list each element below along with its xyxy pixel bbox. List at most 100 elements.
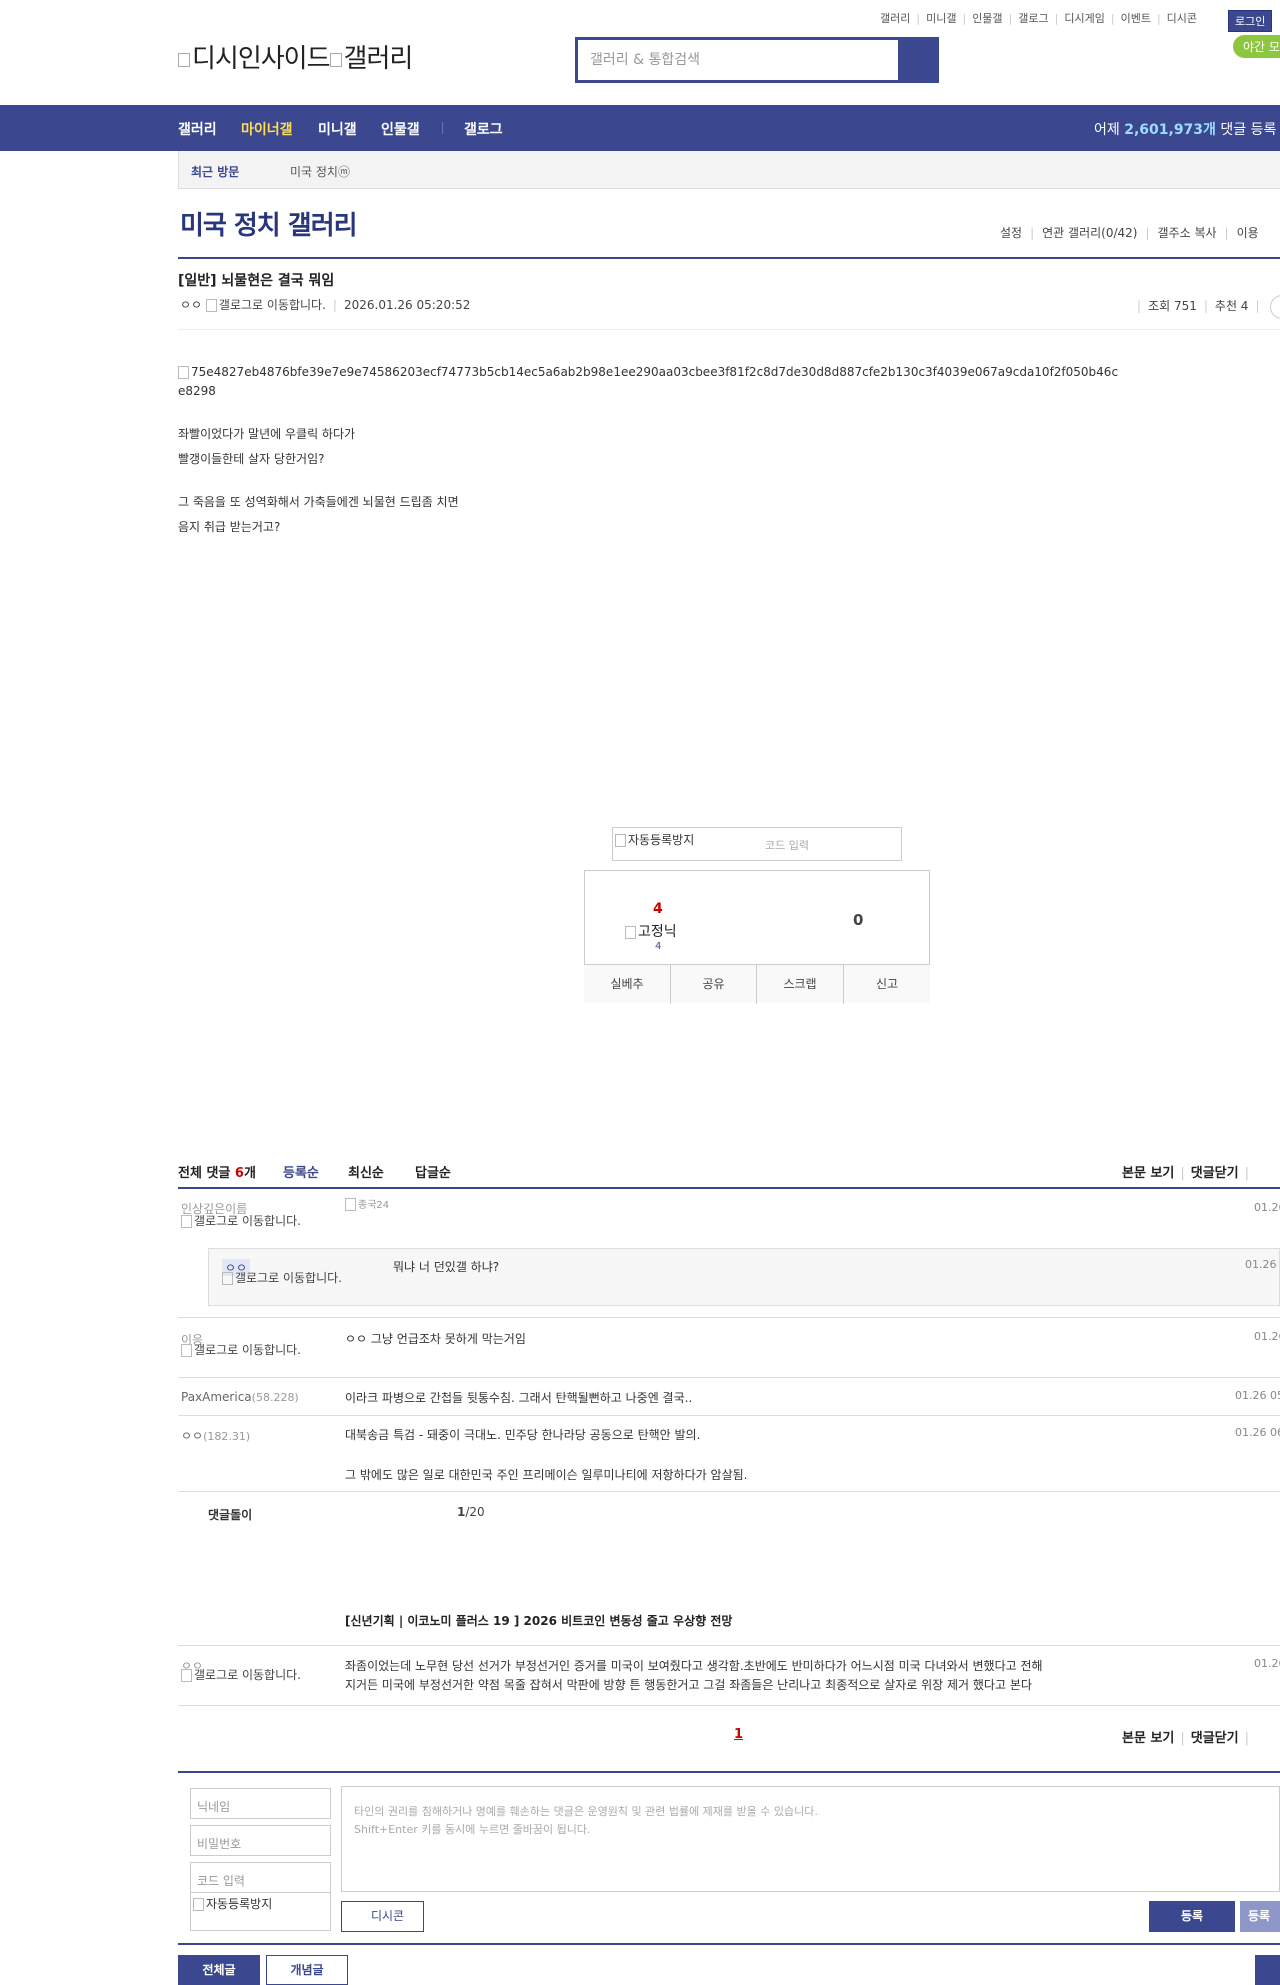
broken-image-icon (178, 52, 190, 67)
gallog-link[interactable]: 갤로그로 이동합니다. (181, 1215, 301, 1228)
top-link-dcgame[interactable]: 디시게임 (1064, 12, 1104, 25)
nav-person-gallery[interactable]: 인물갤 (381, 119, 420, 139)
gallery-tools: 설정 | 연관 갤러리(0/42) | 갤주소 복사 | 이용 (1000, 226, 1259, 240)
search-button[interactable] (898, 40, 936, 80)
post-image: 75e4827eb4876bfe39e7e9e74586203ecf74773b… (178, 360, 1118, 385)
comment-row: ㅇㅇ(182.31) 대북송금 특검 - 돼중이 극대노. 민주당 한나라당 공… (178, 1416, 1280, 1492)
sort-replies[interactable]: 답글순 (415, 1162, 451, 1181)
comment-time: 01.26 05 (1235, 1389, 1280, 1402)
gallog-icon[interactable] (205, 299, 217, 312)
popular-posts-button[interactable]: 개념글 (266, 1955, 348, 1985)
post-views: 조회 751 (1148, 299, 1197, 313)
vote-actions: 실베추 공유 스크랩 신고 (584, 964, 930, 1004)
recent-gallery-link[interactable]: 미국 정치ⓜ (290, 163, 350, 180)
ad-title[interactable]: [신년기획 | 이코노미 플러스 19 ] 2026 비트코인 변동성 줄고 우… (345, 1612, 732, 1629)
comment-time: 01.26 06 (1235, 1426, 1280, 1439)
broken-image-icon (345, 1198, 356, 1211)
comments-header: 전체 댓글 6개 등록순 최신순 답글순 본문 보기 | 댓글닫기 | (178, 1160, 1280, 1189)
comments-total: 전체 댓글 6개 (178, 1166, 256, 1181)
broken-image-icon (178, 366, 189, 379)
comment-row: 이응 갤로그로 이동합니다. ㅇㅇ 그냥 언급조차 못하게 막는거임 01.26 (178, 1318, 1280, 1378)
nav-mini-gallery[interactable]: 미니갤 (318, 119, 357, 139)
comment-nick[interactable]: PaxAmerica(58.228) (181, 1390, 299, 1404)
code-input[interactable]: 코드 입력 (190, 1862, 331, 1893)
gallog-link[interactable]: 갤로그로 이동합니다. (181, 1669, 301, 1682)
top-link-event[interactable]: 이벤트 (1121, 12, 1151, 25)
broken-image-icon (625, 925, 636, 939)
broken-image-icon (193, 1898, 204, 1911)
dccon-button[interactable]: 디시콘 (341, 1901, 424, 1932)
nav-gallog[interactable]: 갤로그 (464, 119, 503, 139)
post-line: 음지 취급 받는거고? (178, 520, 281, 534)
fixed-nick-count: 4 (655, 941, 662, 952)
close-comments-link[interactable]: 댓글닫기 (1191, 1166, 1239, 1181)
scrap-button[interactable]: 스크랩 (757, 965, 844, 1004)
vote-captcha: 자동등록방지 코드 입력 (612, 827, 902, 861)
comment-row: PaxAmerica(58.228) 이라크 파병으로 간첩들 뒷통수침. 그래… (178, 1378, 1280, 1416)
comment-text: 이라크 파병으로 간첩들 뒷통수침. 그래서 탄핵될뻔하고 나중엔 결국.. (345, 1391, 693, 1405)
captcha-input[interactable]: 코드 입력 (765, 837, 809, 853)
submit-recommend-button[interactable]: 등록 (1240, 1901, 1280, 1932)
comment-tools-bottom: 본문 보기 | 댓글닫기 | (1122, 1731, 1249, 1746)
top-link-persongall[interactable]: 인물갤 (972, 12, 1002, 25)
yesterday-comment-stat: 어제 2,601,973개 댓글 등록 (1094, 122, 1277, 138)
comment-nick[interactable]: ㅇㅇ(182.31) (181, 1427, 250, 1444)
usage-link[interactable]: 이용 (1237, 226, 1259, 240)
gallog-link[interactable]: 갤로그로 이동합니다. (222, 1272, 342, 1285)
password-input[interactable]: 비밀번호 (190, 1825, 331, 1856)
top-link-dccon[interactable]: 디시콘 (1167, 12, 1197, 25)
recent-visits-label[interactable]: 최근 방문 (191, 163, 239, 180)
submit-button[interactable]: 등록 (1149, 1901, 1235, 1932)
broken-image-icon (615, 834, 626, 847)
downvote-count[interactable]: 0 (853, 911, 863, 929)
comment-dccon: 종국24 (345, 1196, 389, 1211)
comment-textarea[interactable]: 타인의 권리를 침해하거나 명예를 훼손하는 댓글은 운영원칙 및 관련 법률에… (341, 1786, 1280, 1892)
post-meta: ㅇㅇ 갤로그로 이동합니다. | 2026.01.26 05:20:52 (180, 298, 471, 312)
sort-registered[interactable]: 등록순 (283, 1162, 319, 1181)
close-comments-link[interactable]: 댓글닫기 (1191, 1731, 1239, 1746)
nav-gallery[interactable]: 갤러리 (178, 119, 217, 139)
login-button[interactable]: 로그인 (1228, 10, 1273, 32)
ad-comment-row: ㅇㅇ 갤로그로 이동합니다. 좌좀이었는데 노무현 당선 선거가 부정선거인 증… (178, 1646, 1280, 1706)
view-body-link[interactable]: 본문 보기 (1122, 1166, 1174, 1181)
gallery-title[interactable]: 미국 정치 갤러리 (180, 205, 358, 242)
sort-latest[interactable]: 최신순 (348, 1162, 384, 1181)
post-line: 좌빨이었다가 말년에 우클릭 하다가 (178, 427, 356, 441)
nav-minor-gallery[interactable]: 마이너갤 (241, 119, 293, 139)
write-button[interactable] (1255, 1955, 1280, 1985)
post-author[interactable]: ㅇㅇ (180, 298, 202, 312)
all-posts-button[interactable]: 전체글 (178, 1955, 260, 1985)
captcha-image: 자동등록방지 (615, 831, 694, 848)
comment-time: 01.26 (1254, 1201, 1280, 1214)
comment-text: 지거든 미국에 부정선거한 약점 목줄 잡혀서 막판에 방향 튼 행동한거고 그… (345, 1678, 1032, 1692)
best-recommend-button[interactable]: 실베추 (584, 965, 671, 1004)
site-logo[interactable]: 디시인사이드 갤러리 (178, 38, 413, 75)
reply-text: 뭐냐 너 던있갤 하냐? (393, 1260, 500, 1274)
view-body-link[interactable]: 본문 보기 (1122, 1731, 1174, 1746)
settings-link[interactable]: 설정 (1000, 226, 1022, 240)
nickname-input[interactable]: 닉네임 (190, 1788, 331, 1819)
comment-text: 좌좀이었는데 노무현 당선 선거가 부정선거인 증거를 미국이 보여줬다고 생각… (345, 1659, 1043, 1673)
form-divider (178, 1771, 1280, 1773)
post-body: 75e4827eb4876bfe39e7e9e74586203ecf74773b… (178, 360, 1118, 540)
post-line: 그 죽음을 또 성역화해서 가축들에겐 뇌물현 드립좀 치면 (178, 495, 459, 509)
share-post-button[interactable]: 공유 (671, 965, 757, 1004)
copy-address-link[interactable]: 갤주소 복사 (1158, 226, 1217, 240)
related-gallery-link[interactable]: 연관 갤러리(0/42) (1042, 226, 1137, 240)
top-link-gallery[interactable]: 갤러리 (880, 12, 910, 25)
broken-image-icon (329, 52, 342, 67)
search-input[interactable]: 갤러리 & 통합검색 (578, 40, 898, 80)
recent-visits-bar: 최근 방문 미국 정치ⓜ (178, 151, 1280, 189)
fixed-nick-label: 고정닉 (625, 921, 677, 941)
top-link-minigall[interactable]: 미니갤 (926, 12, 956, 25)
bottom-divider (178, 1943, 1280, 1945)
gallog-link[interactable]: 갤로그로 이동합니다. (181, 1344, 301, 1357)
top-link-gallog[interactable]: 갤로그 (1018, 12, 1048, 25)
share-button[interactable] (1270, 295, 1280, 319)
report-button[interactable]: 신고 (844, 965, 930, 1004)
comment-tools: 본문 보기 | 댓글닫기 | (1122, 1166, 1249, 1181)
comment-page-1[interactable]: 1 (734, 1727, 743, 1742)
upvote-count[interactable]: 4 (653, 901, 663, 917)
comment-text: 대북송금 특검 - 돼중이 극대노. 민주당 한나라당 공동으로 탄핵안 발의. (345, 1428, 701, 1442)
night-mode-toggle[interactable]: 야간 모 (1233, 35, 1280, 58)
